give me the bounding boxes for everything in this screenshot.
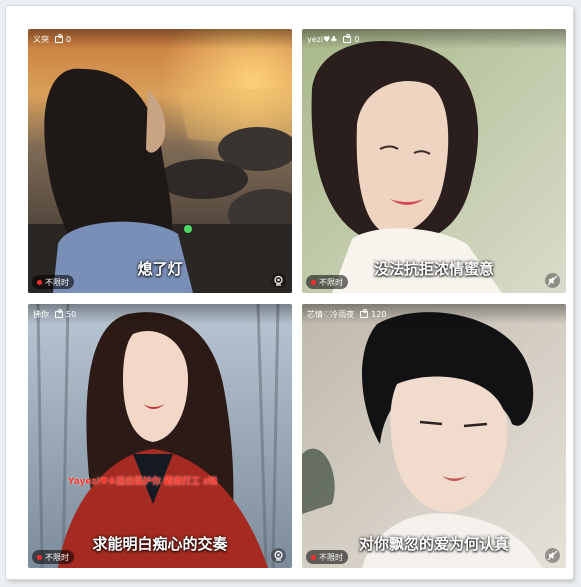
status-dot-icon: [311, 554, 316, 560]
uploader-name: 义突: [33, 34, 49, 44]
status-dot-icon: [311, 279, 316, 285]
gift-count: 120: [371, 309, 387, 319]
badge-label: 不限时: [45, 277, 69, 287]
card-thumbnail: [302, 29, 566, 293]
live-camera-icon[interactable]: [271, 548, 286, 563]
card-thumbnail: [28, 29, 292, 293]
uploader-name: yezi♥♣: [307, 34, 338, 44]
gift-ticker: Yayezi♥♣送出保护你 霸道打工 z晓: [68, 477, 218, 487]
gift-count: 0: [354, 34, 360, 44]
gift-icon: [360, 308, 369, 318]
duration-badge: 不限时: [306, 550, 348, 564]
video-card[interactable]: 芯情♡冷雨夜 120 对你飘忽的爱为何认真 不限时: [302, 304, 566, 568]
mute-icon[interactable]: [545, 548, 560, 563]
gift-count: 0: [66, 34, 72, 44]
duration-badge: 不限时: [32, 550, 74, 564]
card-header: 义突 0: [28, 29, 292, 49]
gift-icon: [343, 33, 352, 43]
badge-label: 不限时: [319, 552, 343, 562]
status-dot-icon: [37, 554, 42, 560]
card-header: 拂你 50: [28, 304, 292, 324]
uploader-name: 拂你: [33, 309, 49, 319]
badge-label: 不限时: [319, 277, 343, 287]
duration-badge: 不限时: [32, 275, 74, 289]
video-card[interactable]: 义突 0 熄了灯 不限时: [28, 29, 292, 293]
card-header: yezi♥♣ 0: [302, 29, 566, 49]
gift-icon: [55, 33, 63, 43]
card-grid-frame: 义突 0 熄了灯 不限时 yezi♥♣ 0 没法抗拒浓情蜜意 不限时 拂你 50…: [6, 6, 573, 579]
card-header: 芯情♡冷雨夜 120: [302, 304, 566, 324]
mute-icon[interactable]: [545, 273, 560, 288]
badge-label: 不限时: [45, 552, 69, 562]
gift-icon: [55, 308, 63, 318]
card-thumbnail: [302, 304, 566, 568]
status-dot-icon: [37, 279, 42, 285]
video-card[interactable]: yezi♥♣ 0 没法抗拒浓情蜜意 不限时: [302, 29, 566, 293]
live-camera-icon[interactable]: [271, 273, 286, 288]
uploader-name: 芯情♡冷雨夜: [307, 309, 355, 319]
duration-badge: 不限时: [306, 275, 348, 289]
video-card[interactable]: 拂你 50 Yayezi♥♣送出保护你 霸道打工 z晓 求能明白痴心的交奏 不限…: [28, 304, 292, 568]
card-thumbnail: [28, 304, 292, 568]
gift-count: 50: [66, 309, 77, 319]
